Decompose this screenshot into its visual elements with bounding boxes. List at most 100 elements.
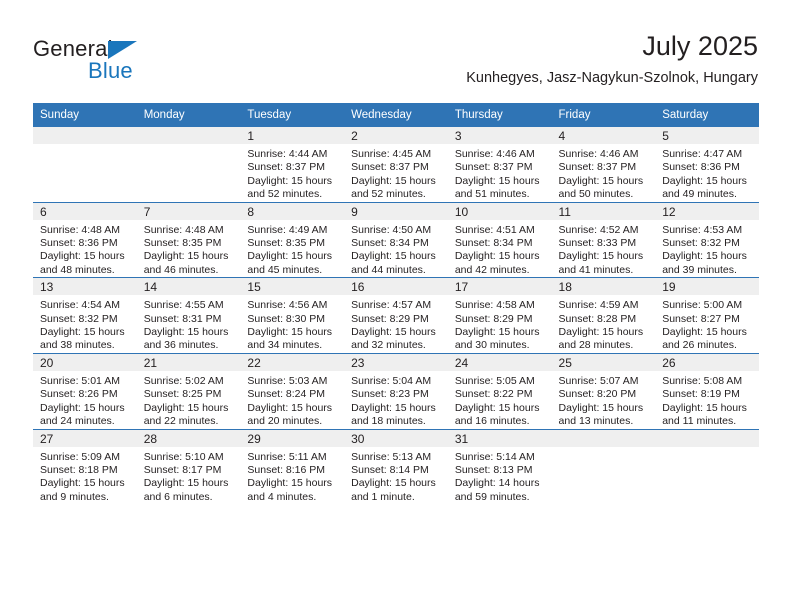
day-detail-sunrise: Sunrise: 5:09 AM [40,450,120,463]
day-detail-sunset: Sunset: 8:37 PM [558,161,637,174]
calendar-day-cell[interactable]: 20 Sunrise: 5:01 AM Sunset: 8:26 PM Dayligh… [33,352,137,429]
day-detail-sunset: Sunset: 8:29 PM [351,312,429,325]
day-detail-daylight2: and 11 minutes. [662,415,737,428]
day-detail-daylight2: and 24 minutes. [40,415,115,428]
day-details: Sunrise: 5:04 AM Sunset: 8:23 PM Daylight:… [344,371,448,429]
calendar-day-cell[interactable]: 4 Sunrise: 4:46 AM Sunset: 8:37 PM Daylight… [551,127,656,202]
calendar-day-cell[interactable]: 25 Sunrise: 5:07 AM Sunset: 8:20 PM Dayligh… [551,352,656,429]
day-detail-sunset: Sunset: 8:26 PM [40,388,118,401]
day-number: 31 [447,429,552,447]
day-detail-sunrise: Sunrise: 4:55 AM [143,299,224,312]
calendar-day-cell[interactable]: 7 Sunrise: 4:48 AM Sunset: 8:35 PM Daylight… [136,201,241,278]
day-number: 21 [136,353,241,371]
calendar-day-cell[interactable]: 29 Sunrise: 5:11 AM Sunset: 8:16 PM Dayligh… [240,428,345,505]
calendar-day-cell[interactable]: 21 Sunrise: 5:02 AM Sunset: 8:25 PM Dayligh… [136,352,241,429]
day-detail-daylight2: and 32 minutes. [351,339,426,352]
calendar-day-cell[interactable]: 5 Sunrise: 4:47 AM Sunset: 8:36 PM Daylight… [655,127,759,202]
day-detail-sunrise: Sunrise: 5:04 AM [351,374,432,387]
day-detail-daylight2: and 13 minutes. [558,415,634,428]
day-detail-sunrise: Sunrise: 4:53 AM [662,223,743,236]
day-detail-sunset: Sunset: 8:35 PM [247,237,326,250]
calendar-day-cell[interactable]: 8 Sunrise: 4:49 AM Sunset: 8:35 PM Daylight… [240,201,345,278]
day-details: Sunrise: 5:00 AM Sunset: 8:27 PM Daylight:… [655,295,759,353]
weekday-header-monday: Monday [136,103,241,127]
day-detail-daylight2: and 26 minutes. [662,339,737,352]
day-detail-daylight1: Daylight: 15 hours [662,401,747,414]
day-details: Sunrise: 5:09 AM Sunset: 8:18 PM Daylight:… [33,447,137,505]
day-detail-daylight1: Daylight: 15 hours [558,326,644,339]
calendar-day-cell[interactable]: 24 Sunrise: 5:05 AM Sunset: 8:22 PM Dayligh… [447,352,552,429]
day-detail-daylight1: Daylight: 15 hours [454,326,540,339]
day-details: Sunrise: 4:50 AM Sunset: 8:34 PM Daylight:… [344,220,448,278]
day-detail-sunrise: Sunrise: 5:07 AM [558,374,639,387]
weekday-header-sunday: Sunday [33,103,137,127]
day-detail-sunset: Sunset: 8:19 PM [662,388,740,401]
calendar-day-cell[interactable]: 19 Sunrise: 5:00 AM Sunset: 8:27 PM Dayligh… [655,277,759,354]
calendar-day-cell[interactable]: 2 Sunrise: 4:45 AM Sunset: 8:37 PM Daylight… [344,127,448,202]
day-detail-sunset: Sunset: 8:33 PM [558,237,637,250]
day-detail-daylight1: Daylight: 15 hours [558,174,644,187]
day-number: 26 [655,353,759,371]
day-detail-daylight2: and 36 minutes. [143,339,219,352]
day-detail-daylight1: Daylight: 15 hours [454,174,540,187]
calendar-day-cell[interactable]: 3 Sunrise: 4:46 AM Sunset: 8:37 PM Daylight… [447,127,552,202]
calendar-day-cell[interactable]: 1 Sunrise: 4:44 AM Sunset: 8:37 PM Daylight… [240,127,345,202]
day-details: Sunrise: 4:47 AM Sunset: 8:36 PM Daylight:… [655,144,759,202]
day-detail-daylight1: Daylight: 15 hours [662,326,747,339]
day-number: 14 [136,278,241,296]
calendar-day-cell[interactable]: 30 Sunrise: 5:13 AM Sunset: 8:14 PM Dayligh… [344,428,448,505]
day-details: Sunrise: 4:46 AM Sunset: 8:37 PM Daylight:… [448,144,552,202]
day-number [136,127,241,144]
calendar-day-cell[interactable]: 27 Sunrise: 5:09 AM Sunset: 8:18 PM Dayligh… [33,428,137,505]
day-detail-daylight2: and 41 minutes. [558,263,634,276]
calendar-week-row: 1 Sunrise: 4:44 AM Sunset: 8:37 PM Daylight… [33,127,759,202]
day-detail-daylight2: and 38 minutes. [40,339,115,352]
calendar-day-cell[interactable]: 16 Sunrise: 4:57 AM Sunset: 8:29 PM Dayligh… [344,277,448,354]
calendar-day-cell[interactable]: 23 Sunrise: 5:04 AM Sunset: 8:23 PM Dayligh… [344,352,448,429]
day-detail-daylight2: and 4 minutes. [247,490,317,503]
calendar-day-cell[interactable]: 12 Sunrise: 4:53 AM Sunset: 8:32 PM Dayligh… [655,201,759,278]
calendar-day-cell[interactable]: 28 Sunrise: 5:10 AM Sunset: 8:17 PM Dayligh… [136,428,241,505]
calendar-day-cell[interactable]: 15 Sunrise: 4:56 AM Sunset: 8:30 PM Dayligh… [240,277,345,354]
day-detail-sunrise: Sunrise: 5:11 AM [247,450,327,463]
day-detail-sunset: Sunset: 8:37 PM [247,161,326,174]
day-details: Sunrise: 4:53 AM Sunset: 8:32 PM Daylight:… [655,220,759,278]
day-detail-sunrise: Sunrise: 5:01 AM [40,374,120,387]
calendar-day-cell[interactable]: 13 Sunrise: 4:54 AM Sunset: 8:32 PM Dayligh… [33,277,137,354]
calendar-day-cell[interactable]: 31 Sunrise: 5:14 AM Sunset: 8:13 PM Dayligh… [447,428,552,505]
generalblue-logo[interactable]: General Blue [33,36,223,83]
calendar-day-cell[interactable]: 14 Sunrise: 4:55 AM Sunset: 8:31 PM Dayligh… [136,277,241,354]
day-detail-daylight2: and 28 minutes. [558,339,634,352]
weekday-header-thursday: Thursday [447,103,552,127]
calendar-day-cell[interactable]: 11 Sunrise: 4:52 AM Sunset: 8:33 PM Dayligh… [551,201,656,278]
day-details: Sunrise: 4:44 AM Sunset: 8:37 PM Daylight:… [240,144,344,202]
day-number: 20 [33,353,137,371]
calendar-day-cell[interactable]: 10 Sunrise: 4:51 AM Sunset: 8:34 PM Dayligh… [447,201,552,278]
day-detail-daylight1: Daylight: 15 hours [247,250,333,263]
calendar-grid: Sunday Monday Tuesday Wednesday Thursday… [33,103,759,505]
day-detail-sunset: Sunset: 8:14 PM [351,463,429,476]
calendar-day-cell[interactable]: 17 Sunrise: 4:58 AM Sunset: 8:29 PM Dayligh… [447,277,552,354]
calendar-empty-cell [136,127,241,202]
day-number: 27 [33,429,137,447]
day-number: 2 [344,127,448,144]
day-detail-daylight2: and 52 minutes. [351,188,426,201]
calendar-day-cell[interactable]: 22 Sunrise: 5:03 AM Sunset: 8:24 PM Dayligh… [240,352,345,429]
calendar-week-row: 20 Sunrise: 5:01 AM Sunset: 8:26 PM Dayligh… [33,352,759,429]
day-details: Sunrise: 4:48 AM Sunset: 8:36 PM Daylight:… [33,220,137,278]
calendar-week-row: 13 Sunrise: 4:54 AM Sunset: 8:32 PM Dayligh… [33,277,759,354]
calendar-day-cell[interactable]: 18 Sunrise: 4:59 AM Sunset: 8:28 PM Dayligh… [551,277,656,354]
calendar-week-row: 6 Sunrise: 4:48 AM Sunset: 8:36 PM Daylight… [33,201,759,278]
calendar-day-cell[interactable]: 9 Sunrise: 4:50 AM Sunset: 8:34 PM Daylight… [344,201,448,278]
day-detail-sunrise: Sunrise: 5:05 AM [454,374,535,387]
day-details: Sunrise: 4:54 AM Sunset: 8:32 PM Daylight:… [33,295,137,353]
weekday-header-friday: Friday [551,103,656,127]
day-number: 10 [447,202,552,220]
calendar-day-cell[interactable]: 6 Sunrise: 4:48 AM Sunset: 8:36 PM Daylight… [33,201,137,278]
day-detail-daylight2: and 1 minute. [351,490,415,503]
weekday-header-tuesday: Tuesday [240,103,345,127]
day-details: Sunrise: 4:45 AM Sunset: 8:37 PM Daylight:… [344,144,448,202]
page-subtitle: Kunhegyes, Jasz-Nagykun-Szolnok, Hungary [466,70,758,86]
day-detail-sunset: Sunset: 8:35 PM [143,237,222,250]
calendar-day-cell[interactable]: 26 Sunrise: 5:08 AM Sunset: 8:19 PM Dayligh… [655,352,759,429]
